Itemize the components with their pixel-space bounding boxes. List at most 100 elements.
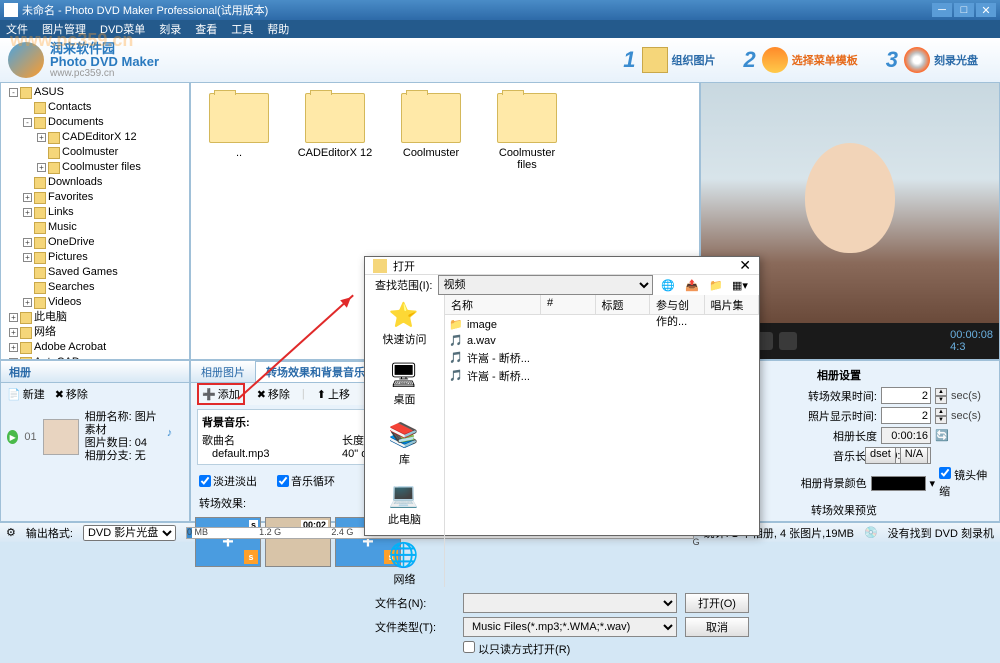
dialog-close-button[interactable]: ✕: [739, 257, 751, 274]
move-up-button[interactable]: ⬆ 上移: [317, 386, 350, 402]
logo-sub: www.pc359.cn: [50, 68, 159, 79]
burn-icon: [904, 47, 930, 73]
album-new-button[interactable]: 📄 新建: [7, 386, 45, 402]
template-icon: [762, 47, 788, 73]
menu-dvd[interactable]: DVD菜单: [100, 21, 145, 37]
filetype-select[interactable]: Music Files(*.mp3;*.WMA;*.wav): [463, 617, 677, 637]
list-header: 名称#标题参与创作的...唱片集: [445, 295, 759, 315]
menu-help[interactable]: 帮助: [267, 21, 289, 37]
tree-item[interactable]: +Videos: [5, 295, 185, 310]
place-item[interactable]: 🖥桌面: [389, 361, 421, 407]
list-body[interactable]: 📁image🎵a.wav🎵许嵩 - 断桥...🎵许嵩 - 断桥...: [445, 315, 759, 587]
readonly-checkbox[interactable]: 以只读方式打开(R): [463, 641, 570, 657]
tree-item[interactable]: Saved Games: [5, 265, 185, 280]
tree-item[interactable]: +Adobe Acrobat: [5, 340, 185, 355]
app-icon: [4, 3, 18, 17]
place-item[interactable]: 💻此电脑: [388, 481, 421, 527]
next-button[interactable]: [779, 332, 797, 350]
logobar: 润来软件园 Photo DVD Maker www.pc359.cn 1 组织图…: [0, 38, 1000, 82]
album-item[interactable]: ▶ 01 相册名称: 图片素材 图片数目: 04 相册分支: 无 ♪: [1, 405, 189, 469]
filename-input[interactable]: [463, 593, 677, 613]
file-item[interactable]: Coolmuster files: [489, 93, 565, 171]
photo-thumb[interactable]: 00:02: [265, 517, 331, 567]
list-item[interactable]: 🎵许嵩 - 断桥...: [449, 367, 755, 385]
tree-item[interactable]: +OneDrive: [5, 235, 185, 250]
view-icon[interactable]: ▦▾: [731, 276, 749, 294]
dialog-body: ⭐快速访问 🖥桌面 📚库 💻此电脑 🌐网络 名称#标题参与创作的...唱片集 📁imag…: [365, 295, 759, 587]
tree-item[interactable]: +Coolmuster files: [5, 160, 185, 175]
tree-item[interactable]: -ASUS: [5, 85, 185, 100]
dset-button[interactable]: dset: [865, 447, 896, 464]
tree-item[interactable]: +CADEditorX 12: [5, 130, 185, 145]
back-icon[interactable]: 🌐: [659, 276, 677, 294]
transition-time-input[interactable]: [881, 387, 931, 404]
settings-pane: 相册设置 转场效果时间:▲▼sec(s) 照片显示时间:▲▼sec(s) 相册长…: [750, 360, 1000, 522]
place-item[interactable]: 🌐网络: [389, 541, 421, 587]
album-tab[interactable]: 相册: [1, 361, 189, 383]
close-button[interactable]: ✕: [976, 3, 996, 17]
file-item[interactable]: ..: [201, 93, 277, 159]
tree-item[interactable]: +网络: [5, 325, 185, 340]
list-item[interactable]: 📁image: [449, 317, 755, 333]
add-button[interactable]: ➕ 添加: [197, 383, 245, 405]
maximize-button[interactable]: □: [954, 3, 974, 17]
menu-tools[interactable]: 工具: [231, 21, 253, 37]
dropdown-icon[interactable]: ▾: [930, 477, 936, 490]
loop-checkbox[interactable]: 音乐循环: [277, 473, 335, 489]
tab-photos[interactable]: 相册图片: [191, 361, 255, 382]
tree-item[interactable]: Contacts: [5, 100, 185, 115]
dialog-filelist: 名称#标题参与创作的...唱片集 📁image🎵a.wav🎵许嵩 - 断桥...…: [445, 295, 759, 587]
menu-view[interactable]: 查看: [195, 21, 217, 37]
place-item[interactable]: ⭐快速访问: [383, 301, 427, 347]
dialog-lookrow: 查找范围(I): 视频 🌐 📤 📁 ▦▾: [365, 275, 759, 295]
gear-icon[interactable]: ⚙: [6, 526, 16, 539]
place-item[interactable]: 📚库: [389, 421, 421, 467]
dialog-cancel-button[interactable]: 取消: [685, 617, 749, 637]
display-time-input[interactable]: [881, 407, 931, 424]
sync-icon[interactable]: 🔄: [935, 429, 949, 442]
dialog-open-button[interactable]: 打开(O): [685, 593, 749, 613]
fade-checkbox[interactable]: 淡进淡出: [199, 473, 257, 489]
file-item[interactable]: CADEditorX 12: [297, 93, 373, 159]
album-delete-button[interactable]: ✖ 移除: [55, 386, 88, 402]
tree-item[interactable]: +此电脑: [5, 310, 185, 325]
tree-item[interactable]: -Documents: [5, 115, 185, 130]
organize-icon: [642, 47, 668, 73]
album-length: [881, 427, 931, 444]
up-icon[interactable]: 📤: [683, 276, 701, 294]
spinner[interactable]: ▲▼: [935, 408, 947, 424]
bg-color-picker[interactable]: [871, 476, 926, 491]
output-format-select[interactable]: DVD 影片光盘: [83, 525, 176, 541]
tree-item[interactable]: +Links: [5, 205, 185, 220]
tree-item[interactable]: Coolmuster: [5, 145, 185, 160]
menu-burn[interactable]: 刻录: [159, 21, 181, 37]
file-item[interactable]: Coolmuster: [393, 93, 469, 159]
list-item[interactable]: 🎵a.wav: [449, 333, 755, 349]
zoom-checkbox[interactable]: 镜头伸缩: [939, 467, 993, 499]
remove-button[interactable]: ✖ 移除: [257, 386, 290, 402]
tree-item[interactable]: Searches: [5, 280, 185, 295]
newfolder-icon[interactable]: 📁: [707, 276, 725, 294]
transition-thumb[interactable]: +ss: [195, 517, 261, 567]
menu-file[interactable]: 文件: [6, 21, 28, 37]
step-1[interactable]: 1 组织图片: [609, 47, 729, 73]
album-pane: 相册 📄 新建 ✖ 移除 ▶ 01 相册名称: 图片素材 图片数目: 04 相册…: [0, 360, 190, 522]
menu-pic[interactable]: 图片管理: [42, 21, 86, 37]
folder-tree[interactable]: -ASUSContacts-Documents+CADEditorX 12Coo…: [0, 82, 190, 360]
spinner[interactable]: ▲▼: [935, 388, 947, 404]
window-title: 未命名 - Photo DVD Maker Professional(试用版本): [22, 2, 930, 18]
music-note-icon: ♪: [167, 427, 183, 447]
step-2[interactable]: 2 选择菜单模板: [730, 47, 872, 73]
tree-item[interactable]: +Pictures: [5, 250, 185, 265]
folder-icon: [373, 259, 387, 273]
tree-item[interactable]: +Favorites: [5, 190, 185, 205]
minimize-button[interactable]: ─: [932, 3, 952, 17]
preview-time: 00:00:084:3: [950, 329, 993, 353]
tree-item[interactable]: Music: [5, 220, 185, 235]
open-dialog: 打开 ✕ 查找范围(I): 视频 🌐 📤 📁 ▦▾ ⭐快速访问🖥桌面📚库💻此电脑…: [364, 256, 760, 536]
na-button[interactable]: N/A: [900, 447, 928, 464]
tree-item[interactable]: Downloads: [5, 175, 185, 190]
list-item[interactable]: 🎵许嵩 - 断桥...: [449, 349, 755, 367]
step-3[interactable]: 3 刻录光盘: [872, 47, 992, 73]
look-in-select[interactable]: 视频: [438, 275, 653, 295]
